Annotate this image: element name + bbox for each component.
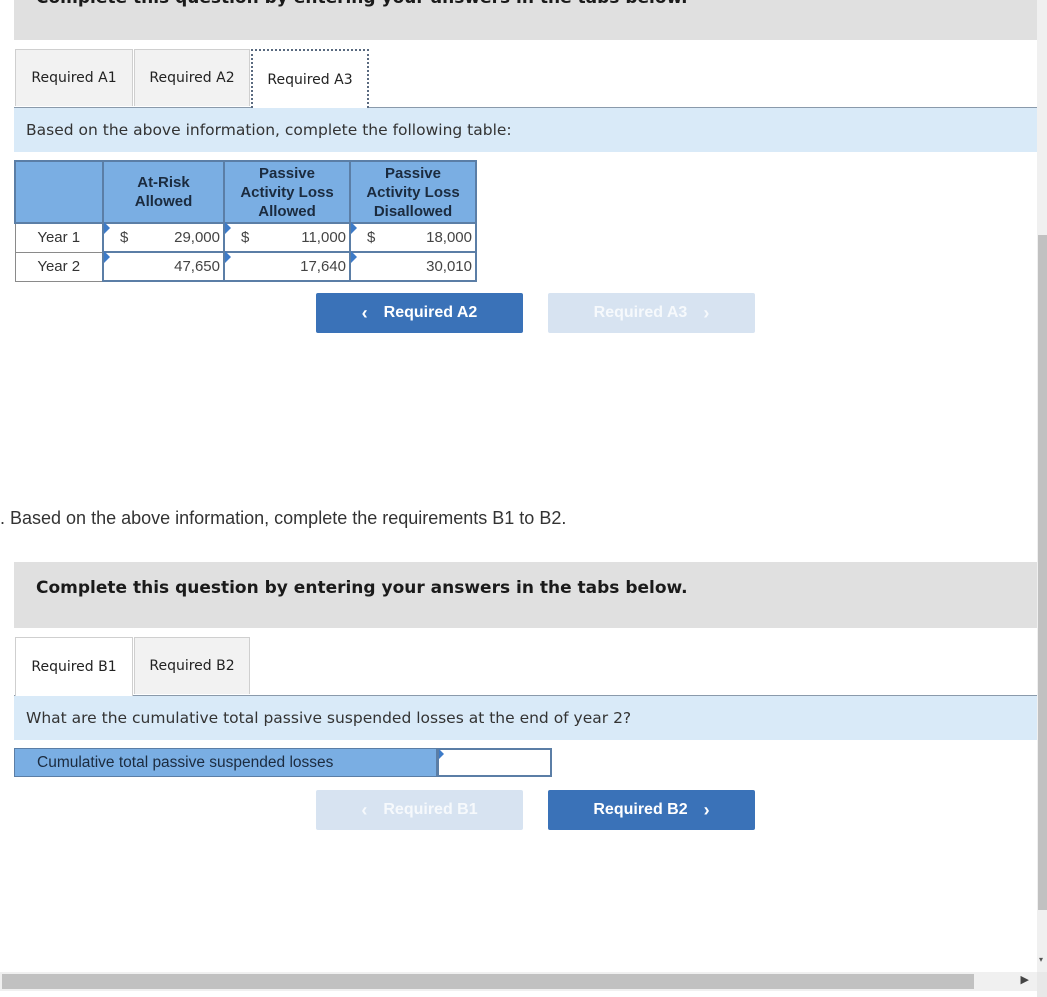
tabs-a: Required A1 Required A2 Required A3	[14, 48, 1037, 108]
tab-label: Required B2	[149, 658, 235, 674]
cell-pal-disallowed-y1[interactable]: $ 18,000	[349, 222, 477, 253]
section-b-intro: . Based on the above information, comple…	[0, 508, 567, 528]
prev-required-b1-button: ‹ Required B1	[316, 790, 523, 830]
horizontal-scrollbar[interactable]: ▶	[0, 972, 1037, 991]
input-flag-icon	[104, 251, 110, 263]
header-pal-allowed: Passive Activity Loss Allowed	[223, 160, 351, 224]
scroll-down-arrow-icon[interactable]: ▾	[1039, 955, 1043, 964]
input-flag-icon	[225, 222, 231, 234]
next-required-a3-button: Required A3 ›	[548, 293, 755, 333]
prompt-b: What are the cumulative total passive su…	[14, 696, 1037, 740]
tab-label: Required A3	[267, 71, 353, 88]
instruction-banner-a: Complete this question by entering your …	[14, 0, 1037, 40]
chevron-left-icon: ‹	[361, 302, 368, 323]
tab-label: Required B1	[31, 659, 117, 675]
tab-label: Required A2	[149, 70, 235, 86]
instruction-banner-b: Complete this question by entering your …	[14, 562, 1037, 628]
prev-required-a2-button[interactable]: ‹ Required A2	[316, 293, 523, 333]
cell-pal-allowed-y1[interactable]: $ 11,000	[223, 222, 351, 253]
answer-label: Cumulative total passive suspended losse…	[14, 748, 437, 777]
cumulative-losses-input-wrapper	[437, 748, 552, 777]
input-flag-icon	[104, 222, 110, 234]
tab-required-a3[interactable]: Required A3	[251, 49, 369, 108]
page: Complete this question by entering your …	[0, 0, 1037, 972]
next-required-b2-button[interactable]: Required B2 ›	[548, 790, 755, 830]
horizontal-scroll-thumb[interactable]	[2, 974, 974, 989]
input-flag-icon	[439, 749, 444, 759]
row-label: Year 2	[14, 251, 104, 282]
chevron-right-icon: ›	[703, 799, 710, 820]
chevron-right-icon: ›	[703, 302, 710, 323]
scroll-right-arrow-icon[interactable]: ▶	[1021, 973, 1029, 986]
tab-required-b1[interactable]: Required B1	[15, 637, 133, 696]
scrollbar-corner	[1037, 972, 1047, 997]
tab-label: Required A1	[31, 70, 117, 86]
header-at-risk-allowed: At-Risk Allowed	[102, 160, 225, 224]
bottom-strip	[0, 991, 1037, 997]
cell-at-risk-allowed-y1[interactable]: $ 29,000	[102, 222, 225, 253]
cell-pal-allowed-y2[interactable]: 17,640	[223, 251, 351, 282]
chevron-left-icon: ‹	[361, 799, 368, 820]
vertical-scrollbar[interactable]: ▾	[1037, 0, 1047, 972]
cell-at-risk-allowed-y2[interactable]: 47,650	[102, 251, 225, 282]
loss-table: At-Risk Allowed Passive Activity Loss Al…	[14, 160, 477, 282]
table-row-year-1: Year 1 $ 29,000 $ 11,000 $ 18,000	[14, 222, 477, 253]
button-label: Required B2	[593, 801, 688, 818]
row-label: Year 1	[14, 222, 104, 253]
input-flag-icon	[351, 251, 357, 263]
tab-required-a2[interactable]: Required A2	[134, 49, 250, 106]
prompt-a: Based on the above information, complete…	[14, 108, 1037, 152]
table-row-year-2: Year 2 47,650 17,640 30,010	[14, 251, 477, 282]
button-label: Required A3	[593, 304, 688, 321]
cell-pal-disallowed-y2[interactable]: 30,010	[349, 251, 477, 282]
instruction-text-a: Complete this question by entering your …	[36, 0, 688, 8]
header-pal-disallowed: Passive Activity Loss Disallowed	[349, 160, 477, 224]
header-empty	[14, 160, 104, 224]
tab-required-a1[interactable]: Required A1	[15, 49, 133, 106]
tab-required-b2[interactable]: Required B2	[134, 637, 250, 694]
button-label: Required B1	[383, 801, 478, 818]
input-flag-icon	[351, 222, 357, 234]
cumulative-losses-input[interactable]	[439, 750, 550, 775]
instruction-text-b: Complete this question by entering your …	[36, 578, 688, 598]
button-label: Required A2	[383, 304, 478, 321]
vertical-scroll-thumb[interactable]	[1038, 235, 1047, 910]
answer-row: Cumulative total passive suspended losse…	[14, 748, 552, 777]
tabs-b: Required B1 Required B2	[14, 636, 1037, 696]
input-flag-icon	[225, 251, 231, 263]
